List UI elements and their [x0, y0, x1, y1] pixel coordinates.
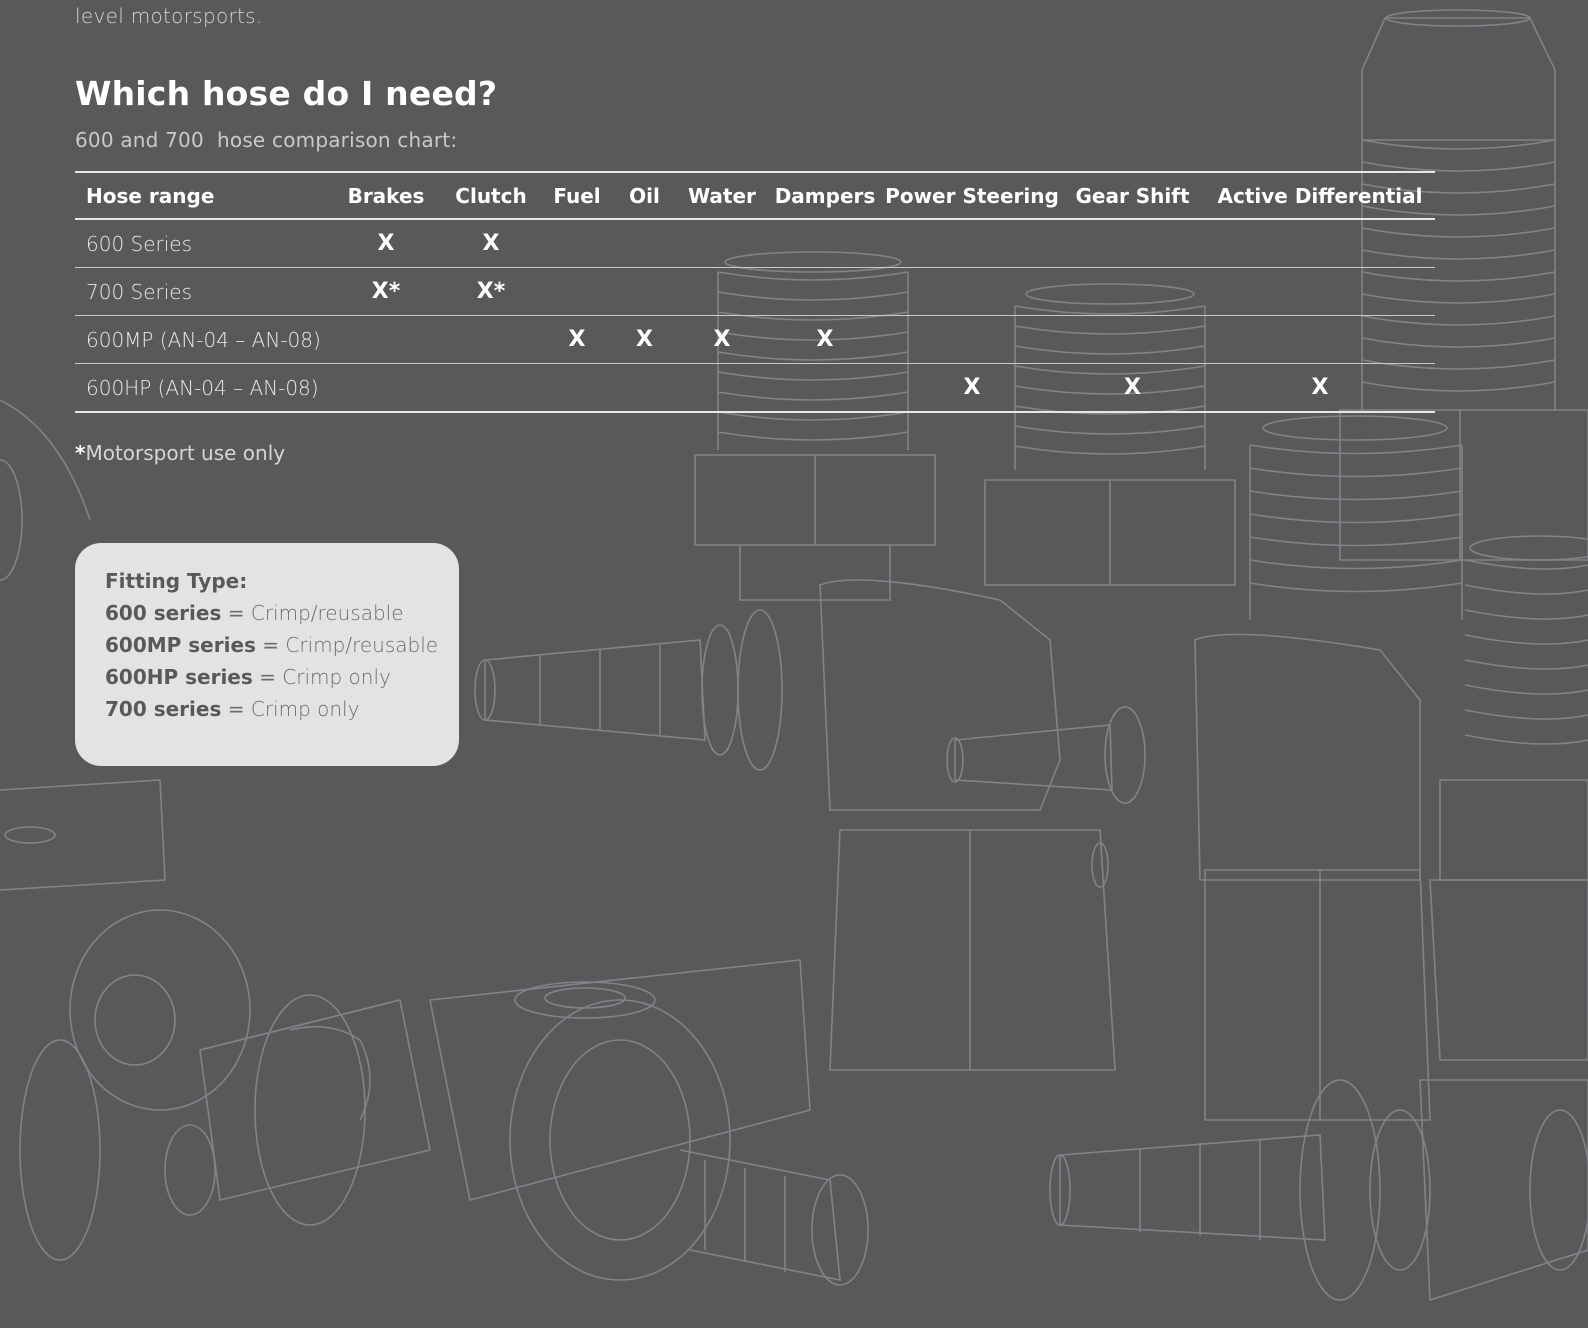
- column-header-active-differential: Active Differential: [1205, 172, 1435, 220]
- table-cell: [543, 363, 611, 413]
- column-header-oil: Oil: [611, 172, 678, 220]
- table-cell: X: [678, 315, 766, 364]
- table-row: 600MP (AN-04 – AN-08) X X X X: [75, 315, 1435, 364]
- table-cell: [611, 363, 678, 413]
- equals-sign: =: [262, 633, 280, 657]
- table-cell: [678, 267, 766, 316]
- column-header-water: Water: [678, 172, 766, 220]
- table-cell: X: [543, 315, 611, 364]
- column-header-brakes: Brakes: [333, 172, 439, 220]
- table-cell: [766, 219, 884, 268]
- table-cell: X: [1060, 363, 1205, 413]
- table-cell: [678, 219, 766, 268]
- table-cell: [439, 363, 543, 413]
- table-cell: [1205, 267, 1435, 316]
- intro-text-tail: level motorsports.: [75, 4, 263, 28]
- section-heading: Which hose do I need?: [75, 74, 498, 113]
- column-header-dampers: Dampers: [766, 172, 884, 220]
- table-header-row: Hose range Brakes Clutch Fuel Oil Water …: [75, 172, 1435, 220]
- fitting-series-type: Crimp/reusable: [250, 601, 404, 625]
- table-cell: X*: [439, 267, 543, 316]
- table-cell: X: [884, 363, 1060, 413]
- fitting-type-item: 600HP series = Crimp only: [105, 661, 459, 693]
- row-label: 700 Series: [75, 267, 333, 316]
- table-cell: [611, 267, 678, 316]
- footnote-asterisk: *: [75, 441, 86, 465]
- fitting-series-name: 600HP series: [105, 665, 253, 689]
- fitting-series-type: Crimp/reusable: [285, 633, 439, 657]
- equals-sign: =: [227, 601, 245, 625]
- hose-comparison-table: Hose range Brakes Clutch Fuel Oil Water …: [75, 171, 1435, 413]
- table-cell: X: [1205, 363, 1435, 413]
- table-cell: [1205, 219, 1435, 268]
- fitting-type-title: Fitting Type:: [105, 569, 248, 593]
- table-cell: X*: [333, 267, 439, 316]
- fitting-type-item: 600 series = Crimp/reusable: [105, 597, 459, 629]
- equals-sign: =: [259, 665, 276, 689]
- table-cell: [1060, 315, 1205, 364]
- chart-subheading: 600 and 700 hose comparison chart:: [75, 128, 458, 152]
- fitting-type-box: Fitting Type: 600 series = Crimp/reusabl…: [75, 543, 459, 766]
- fitting-series-type: Crimp only: [250, 697, 360, 721]
- row-label: 600MP (AN-04 – AN-08): [75, 315, 333, 364]
- table-cell: [766, 363, 884, 413]
- fitting-series-name: 600 series: [105, 601, 222, 625]
- table-cell: [1060, 219, 1205, 268]
- table-cell: [333, 363, 439, 413]
- table-row: 600HP (AN-04 – AN-08) X X X: [75, 363, 1435, 413]
- table-cell: X: [439, 219, 543, 268]
- table-cell: [884, 267, 1060, 316]
- table-cell: [333, 315, 439, 364]
- fitting-type-item: 700 series = Crimp only: [105, 693, 459, 725]
- fitting-series-name: 600MP series: [105, 633, 256, 657]
- equals-sign: =: [227, 697, 245, 721]
- column-header-gear-shift: Gear Shift: [1060, 172, 1205, 220]
- row-label: 600HP (AN-04 – AN-08): [75, 363, 333, 413]
- table-row: 600 Series X X: [75, 219, 1435, 268]
- table-cell: [1060, 267, 1205, 316]
- page-content: level motorsports. Which hose do I need?…: [0, 0, 1588, 1328]
- table-cell: X: [766, 315, 884, 364]
- table-cell: [884, 315, 1060, 364]
- column-header-clutch: Clutch: [439, 172, 543, 220]
- table-cell: [611, 219, 678, 268]
- column-header-power-steering: Power Steering: [884, 172, 1060, 220]
- table-row: 700 Series X* X*: [75, 267, 1435, 316]
- table-cell: [678, 363, 766, 413]
- column-header-fuel: Fuel: [543, 172, 611, 220]
- footnote-text: Motorsport use only: [85, 441, 286, 465]
- table-cell: X: [333, 219, 439, 268]
- table-cell: [1205, 315, 1435, 364]
- table-cell: [439, 315, 543, 364]
- fitting-series-name: 700 series: [105, 697, 222, 721]
- table-cell: X: [611, 315, 678, 364]
- table-cell: [543, 219, 611, 268]
- fitting-series-type: Crimp only: [282, 665, 391, 689]
- table-cell: [543, 267, 611, 316]
- footnote: *Motorsport use only: [75, 441, 285, 465]
- row-label: 600 Series: [75, 219, 333, 268]
- fitting-type-item: 600MP series = Crimp/reusable: [105, 629, 459, 661]
- table-cell: [766, 267, 884, 316]
- column-header-hose-range: Hose range: [75, 172, 333, 220]
- table-cell: [884, 219, 1060, 268]
